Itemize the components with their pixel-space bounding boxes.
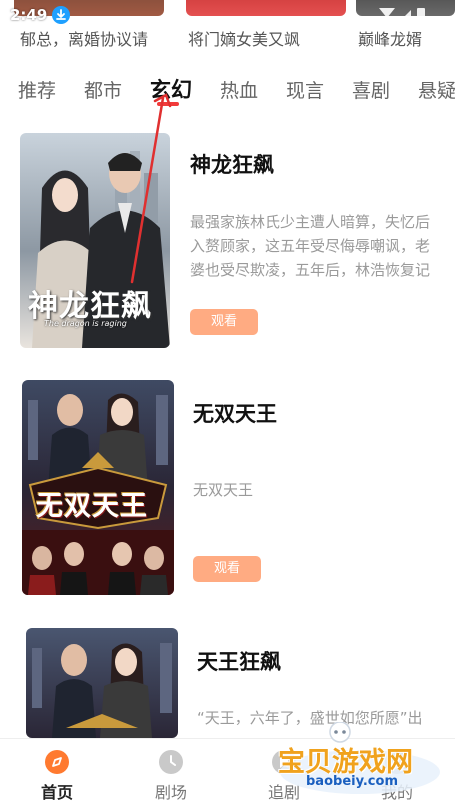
- signal-battery-icon: [375, 6, 435, 22]
- nav-theater[interactable]: 剧场: [136, 749, 206, 803]
- tab-mystery[interactable]: 悬疑: [418, 76, 455, 103]
- category-tabs: 推荐 都市 玄幻 热血 现言 喜剧 悬疑: [0, 70, 455, 110]
- strip-thumbnail[interactable]: [186, 0, 346, 16]
- strip-title[interactable]: 郁总，离婚协议请: [20, 26, 148, 50]
- poster-title: 无双天王: [36, 491, 148, 522]
- drama-title[interactable]: 无双天王: [193, 398, 277, 428]
- drama-description: 无双天王: [193, 481, 254, 499]
- download-icon: [52, 6, 70, 24]
- nav-label: 剧场: [154, 783, 187, 802]
- watch-button[interactable]: 观看: [193, 556, 261, 582]
- home-compass-icon: [44, 749, 70, 775]
- active-tab-indicator: [157, 102, 179, 106]
- drama-poster[interactable]: 无双天王: [22, 380, 174, 595]
- tab-fantasy[interactable]: 玄幻: [150, 74, 192, 104]
- tab-passion[interactable]: 热血: [220, 76, 258, 103]
- strip-title[interactable]: 巅峰龙婿: [358, 26, 422, 50]
- drama-title[interactable]: 神龙狂飙: [190, 149, 274, 179]
- poster-subtitle: The dragon is raging: [44, 319, 127, 328]
- top-drama-strip: 郁总，离婚协议请 将门嫡女美又飒 巅峰龙婿 2:49: [0, 0, 455, 56]
- drama-poster[interactable]: 神龙狂飙 The dragon is raging: [20, 133, 170, 348]
- drama-title[interactable]: 天王狂飙: [197, 646, 281, 676]
- nav-label: 首页: [40, 783, 73, 802]
- clock-icon: [158, 749, 184, 775]
- status-time: 2:49: [10, 6, 48, 24]
- tab-recommend[interactable]: 推荐: [18, 76, 56, 103]
- site-watermark: 宝贝游戏网 baobeiy.com: [270, 721, 450, 802]
- watch-button[interactable]: 观看: [190, 309, 258, 335]
- drama-description: 最强家族林氏少主遭人暗算，失忆后入赘顾家，这五年受尽侮辱嘲讽，老婆也受尽欺凌，五…: [190, 213, 430, 279]
- strip-title[interactable]: 将门嫡女美又飒: [188, 26, 300, 50]
- drama-poster[interactable]: [26, 628, 178, 738]
- tab-urban[interactable]: 都市: [84, 76, 122, 103]
- tab-modern-romance[interactable]: 现言: [286, 76, 324, 103]
- watermark-url: baobeiy.com: [306, 774, 398, 789]
- nav-home[interactable]: 首页: [22, 749, 92, 803]
- tab-comedy[interactable]: 喜剧: [352, 76, 390, 103]
